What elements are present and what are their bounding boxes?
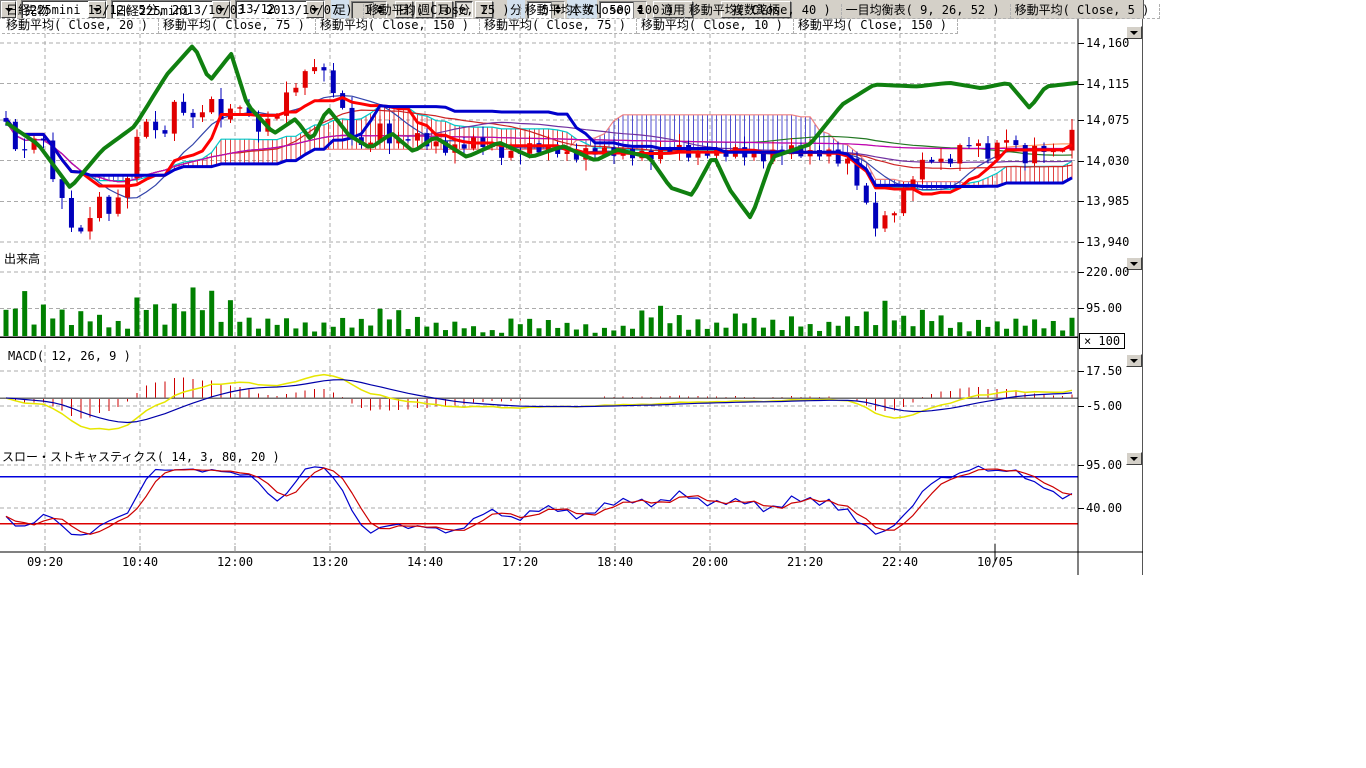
legend-item: 移動平均( Close, 5 ) bbox=[1011, 4, 1161, 19]
chevron-down-icon bbox=[1130, 262, 1138, 266]
axis-tick-mark bbox=[1078, 371, 1084, 372]
chart-region bbox=[0, 19, 1144, 575]
time-axis-label: 22:40 bbox=[882, 556, 918, 569]
axis-tick-mark bbox=[1078, 120, 1084, 121]
axis-tick-mark bbox=[1078, 465, 1084, 466]
time-axis-label: 17:20 bbox=[502, 556, 538, 569]
price-axis-label: 14,030 bbox=[1086, 155, 1129, 168]
stoch-panel-menu-button[interactable] bbox=[1126, 452, 1142, 465]
stoch-panel-label: スロー・ストキャスティクス( 14, 3, 80, 20 ) bbox=[2, 451, 280, 464]
price-axis-label: 13,940 bbox=[1086, 236, 1129, 249]
price-axis-label: 14,115 bbox=[1086, 78, 1129, 91]
time-axis-label: 20:00 bbox=[692, 556, 728, 569]
macd-panel-menu-button[interactable] bbox=[1126, 354, 1142, 367]
legend-item: 移動平均( Close, 40 ) bbox=[685, 4, 842, 19]
legend-item: 移動平均( Close, 10 ) bbox=[637, 19, 794, 34]
chart-area[interactable] bbox=[0, 19, 1144, 575]
macd-axis-label: -5.00 bbox=[1086, 400, 1122, 413]
legend-item: 一目均衡表( 9, 26, 52 ) bbox=[842, 4, 1011, 19]
price-axis-label: 14,075 bbox=[1086, 114, 1129, 127]
time-axis-label: 14:40 bbox=[407, 556, 443, 569]
time-axis-label: 10/05 bbox=[977, 556, 1013, 569]
price-axis-label: 14,160 bbox=[1086, 37, 1129, 50]
macd-panel-label: MACD( 12, 26, 9 ) bbox=[8, 350, 131, 363]
legend-item: 日経225mini 13/12( 5分, 2013/10/03 - 2013/1… bbox=[2, 4, 364, 19]
legend-item: 移動平均( Close, 20 ) bbox=[2, 19, 159, 34]
legend-item: 移動平均( Close, 75 ) bbox=[480, 19, 637, 34]
chevron-down-icon bbox=[1130, 31, 1138, 35]
chart-legend: 日経225mini 13/12( 5分, 2013/10/03 - 2013/1… bbox=[2, 4, 1160, 34]
axis-tick-mark bbox=[1078, 308, 1084, 309]
time-axis-label: 10:40 bbox=[122, 556, 158, 569]
time-axis-label: 12:00 bbox=[217, 556, 253, 569]
price-axis-label: 13,985 bbox=[1086, 195, 1129, 208]
macd-axis-label: 17.50 bbox=[1086, 365, 1122, 378]
stoch-axis-label: 40.00 bbox=[1086, 502, 1122, 515]
volume-axis-label: 95.00 bbox=[1086, 302, 1122, 315]
volume-multiplier-badge: × 100 bbox=[1079, 333, 1125, 349]
axis-tick-mark bbox=[1078, 201, 1084, 202]
axis-tick-mark bbox=[1078, 43, 1084, 44]
axis-tick-mark bbox=[1078, 161, 1084, 162]
chevron-down-icon bbox=[1130, 359, 1138, 363]
time-axis-label: 13:20 bbox=[312, 556, 348, 569]
time-axis-label: 21:20 bbox=[787, 556, 823, 569]
volume-axis-label: 220.00 bbox=[1086, 266, 1129, 279]
time-axis-label: 09:20 bbox=[27, 556, 63, 569]
axis-tick-mark bbox=[1078, 272, 1084, 273]
legend-item: 移動平均( Close, 75 ) bbox=[159, 19, 316, 34]
stoch-axis-label: 95.00 bbox=[1086, 459, 1122, 472]
axis-tick-mark bbox=[1078, 508, 1084, 509]
legend-item: 移動平均( Close, 25 ) bbox=[364, 4, 521, 19]
axis-tick-mark bbox=[1078, 84, 1084, 85]
axis-tick-mark bbox=[1078, 242, 1084, 243]
legend-item: 移動平均( Close, 150 ) bbox=[794, 19, 958, 34]
volume-panel-label: 出来高 bbox=[4, 253, 40, 266]
legend-item: 移動平均( Close, 100 ) bbox=[521, 4, 685, 19]
chart-application-window: { "toolbar": { "market_select": "先物", "s… bbox=[0, 0, 1366, 768]
chevron-down-icon bbox=[1130, 457, 1138, 461]
axis-tick-mark bbox=[1078, 406, 1084, 407]
legend-item: 移動平均( Close, 150 ) bbox=[316, 19, 480, 34]
time-axis-label: 18:40 bbox=[597, 556, 633, 569]
